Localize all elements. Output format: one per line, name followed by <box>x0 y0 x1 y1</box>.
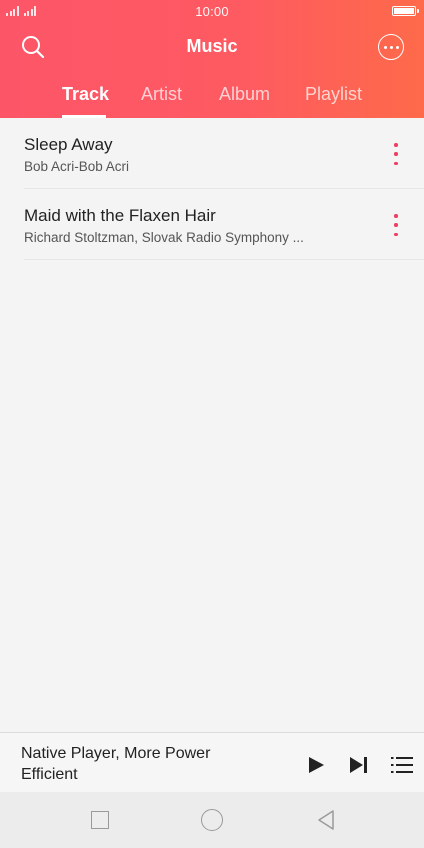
back-icon[interactable] <box>315 809 337 831</box>
app-header: 10:00 Music Track Artist Album Playlist <box>0 0 424 118</box>
more-options-icon-dot <box>395 45 399 49</box>
track-title: Maid with the Flaxen Hair <box>24 206 216 225</box>
track-options-button[interactable] <box>386 213 406 237</box>
track-list: Sleep Away Bob Acri-Bob Acri Maid with t… <box>0 118 424 260</box>
track-subtitle: Bob Acri-Bob Acri <box>24 159 130 174</box>
mini-player[interactable]: Native Player, More Power Efficient <box>0 732 424 792</box>
track-title: Sleep Away <box>24 135 113 154</box>
page-title: Music <box>186 36 238 56</box>
track-subtitle: Richard Stoltzman, Slovak Radio Symphony… <box>24 230 304 245</box>
tab-album[interactable]: Album <box>219 84 270 105</box>
more-options-icon <box>383 45 387 49</box>
status-clock: 10:00 <box>195 4 229 19</box>
kebab-dot <box>394 161 398 165</box>
tab-bar: Track Artist Album Playlist <box>0 84 424 118</box>
kebab-dot <box>394 223 398 227</box>
play-button[interactable] <box>306 755 326 775</box>
search-button[interactable] <box>18 32 48 62</box>
back-triangle-shape <box>318 810 334 830</box>
kebab-menu-icon <box>394 143 398 147</box>
battery-icon <box>392 6 419 16</box>
system-nav-bar <box>0 792 424 848</box>
more-options-icon-dot <box>389 45 393 49</box>
tab-artist[interactable]: Artist <box>141 84 182 105</box>
more-options-button[interactable] <box>378 34 404 60</box>
recent-apps-icon[interactable] <box>91 811 109 829</box>
tab-playlist[interactable]: Playlist <box>305 84 362 105</box>
tab-track[interactable]: Track <box>62 84 109 105</box>
queue-list-icon <box>391 757 413 773</box>
kebab-dot <box>394 232 398 236</box>
now-playing-text: Native Player, More Power Efficient <box>21 745 211 783</box>
list-item[interactable]: Maid with the Flaxen Hair Richard Stoltz… <box>24 189 424 260</box>
queue-button[interactable] <box>390 753 414 777</box>
kebab-dot <box>394 152 398 156</box>
play-icon <box>309 757 324 773</box>
search-icon <box>22 36 45 59</box>
track-options-button[interactable] <box>386 142 406 166</box>
home-icon[interactable] <box>201 809 223 831</box>
kebab-menu-icon <box>394 214 398 218</box>
list-item[interactable]: Sleep Away Bob Acri-Bob Acri <box>24 118 424 189</box>
next-track-icon <box>350 757 367 773</box>
next-track-button[interactable] <box>348 755 370 775</box>
status-bar: 10:00 <box>0 0 424 22</box>
